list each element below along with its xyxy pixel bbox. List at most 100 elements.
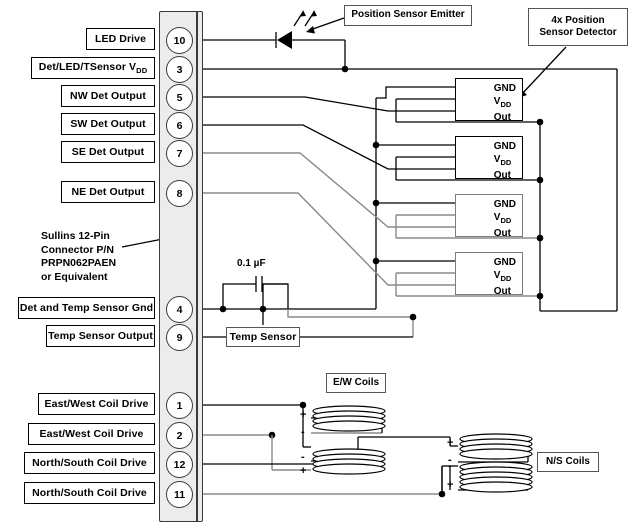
callout-text-line-1: 4x Position <box>551 14 605 26</box>
ew-coil-2-plus: + <box>300 465 307 477</box>
pin-number: 11 <box>173 488 186 501</box>
connector-pin-7[interactable]: 7 <box>166 140 193 167</box>
pin-number: 8 <box>176 187 183 200</box>
label-text: North/South Coil Drive <box>32 487 147 499</box>
label-text: Det/LED/TSensor VDD <box>39 61 147 75</box>
detector-vdd-sub: DD <box>500 100 512 109</box>
pin-number: 2 <box>176 429 183 442</box>
detector-pin-labels: GND VDD Out <box>494 256 516 298</box>
label-sw-det-output: SW Det Output <box>61 113 155 135</box>
label-text: Temp Sensor Output <box>48 330 153 342</box>
connector-pin-6[interactable]: 6 <box>166 112 193 139</box>
diagram-canvas: 10 3 5 6 7 8 4 9 1 2 12 11 LED Drive Det… <box>0 0 637 532</box>
pin-number: 7 <box>176 147 183 160</box>
ns-coil-2 <box>458 459 538 498</box>
label-ne-det-output: NE Det Output <box>61 181 155 203</box>
label-text-main: Det/LED/TSensor V <box>38 60 137 73</box>
connector-pin-8[interactable]: 8 <box>166 180 193 207</box>
pin-number: 3 <box>176 63 183 76</box>
detector-pin-labels: GND VDD Out <box>494 198 516 240</box>
detector-gnd-label: GND <box>493 83 516 94</box>
callout-text-line-2: Sensor Detector <box>539 27 617 38</box>
connector-note-line-4: or Equivalent <box>41 270 108 283</box>
ew-coil-2 <box>311 447 391 482</box>
detector-vdd-sub: DD <box>500 158 512 167</box>
temp-sensor-block: Temp Sensor <box>226 327 300 347</box>
detector-out-label: Out <box>493 228 511 239</box>
connector-pin-3[interactable]: 3 <box>166 56 193 83</box>
callout-text: Position Sensor Emitter <box>351 9 465 21</box>
connector-pin-11[interactable]: 11 <box>166 481 193 508</box>
connector-pin-2[interactable]: 2 <box>166 422 193 449</box>
label-east-west-coil-drive-2: East/West Coil Drive <box>28 423 155 445</box>
connector-pin-1[interactable]: 1 <box>166 392 193 419</box>
label-det-temp-sensor-gnd: Det and Temp Sensor Gnd <box>18 297 155 319</box>
connector-note-line-2: Connector P/N <box>41 243 114 256</box>
position-sensor-detector-2: GND VDD Out <box>455 136 523 182</box>
label-nw-det-output: NW Det Output <box>61 85 155 107</box>
detector-out-label: Out <box>493 112 511 123</box>
detector-out-label: Out <box>493 170 511 181</box>
callout-text: E/W Coils <box>332 376 380 388</box>
callout-ew-coils: E/W Coils <box>326 373 386 393</box>
position-sensor-detector-3: GND VDD Out <box>455 194 523 240</box>
label-text: East/West Coil Drive <box>39 428 144 440</box>
detector-vdd-label: VDD <box>494 211 516 227</box>
connector-pin-9[interactable]: 9 <box>166 324 193 351</box>
ew-coil-1 <box>311 404 391 439</box>
position-sensor-detector-4: GND VDD Out <box>455 252 523 298</box>
pin-number: 10 <box>173 34 186 47</box>
pin-number: 9 <box>176 331 183 344</box>
label-text: Det and Temp Sensor Gnd <box>19 302 154 314</box>
position-sensor-detector-1: GND VDD Out <box>455 78 523 124</box>
callout-4x-position-sensor-detector: 4x Position Sensor Detector <box>528 8 628 46</box>
detector-gnd-label: GND <box>493 257 516 268</box>
label-text: North/South Coil Drive <box>32 457 147 469</box>
capacitor-value-label: 0.1 µF <box>237 258 266 269</box>
pin-number: 12 <box>173 458 186 471</box>
ns-coil-1-plus: + <box>447 437 454 449</box>
detector-vdd-sub: DD <box>500 274 512 283</box>
pin-number: 4 <box>176 303 183 316</box>
detector-pin-labels: GND VDD Out <box>494 140 516 182</box>
label-temp-sensor-output: Temp Sensor Output <box>46 325 155 347</box>
callout-position-sensor-emitter: Position Sensor Emitter <box>344 5 472 26</box>
label-text: SE Det Output <box>71 146 145 158</box>
detector-vdd-label: VDD <box>494 95 516 111</box>
connector-pin-4[interactable]: 4 <box>166 296 193 323</box>
detector-vdd-sub: DD <box>500 216 512 225</box>
detector-out-label: Out <box>493 286 511 297</box>
connector-pin-12[interactable]: 12 <box>166 451 193 478</box>
detector-gnd-label: GND <box>493 141 516 152</box>
connector-note: Sullins 12-Pin Connector P/N PRPN062PAEN… <box>41 230 116 284</box>
ns-coil-2-minus: - <box>448 460 452 472</box>
connector-inner-divider <box>196 11 198 522</box>
pin-number: 1 <box>176 399 183 412</box>
label-text: LED Drive <box>94 33 147 45</box>
label-det-led-tsensor-vdd: Det/LED/TSensor VDD <box>31 57 155 79</box>
detector-vdd-label: VDD <box>494 269 516 285</box>
callout-ns-coils: N/S Coils <box>537 452 599 472</box>
detector-vdd-label: VDD <box>494 153 516 169</box>
connector-note-line-1: Sullins 12-Pin <box>41 230 110 242</box>
detector-pin-labels: GND VDD Out <box>494 82 516 124</box>
label-text: SW Det Output <box>70 118 146 130</box>
connector-pin-5[interactable]: 5 <box>166 84 193 111</box>
connector-pin-10[interactable]: 10 <box>166 27 193 54</box>
label-se-det-output: SE Det Output <box>61 141 155 163</box>
pin-number: 6 <box>176 119 183 132</box>
connector-note-line-3: PRPN062PAEN <box>41 257 117 269</box>
ew-coil-2-minus: - <box>301 451 305 463</box>
callout-text: N/S Coils <box>546 455 590 467</box>
pin-number: 5 <box>176 91 183 104</box>
label-text: East/West Coil Drive <box>44 398 149 410</box>
ew-coil-1-plus: + <box>300 409 307 421</box>
detector-gnd-label: GND <box>493 199 516 210</box>
label-east-west-coil-drive-1: East/West Coil Drive <box>38 393 155 415</box>
label-north-south-coil-drive-1: North/South Coil Drive <box>24 452 155 474</box>
temp-sensor-label: Temp Sensor <box>229 331 297 343</box>
label-subscript: DD <box>136 66 148 76</box>
label-led-drive: LED Drive <box>86 28 155 50</box>
label-text: NW Det Output <box>70 90 146 102</box>
label-north-south-coil-drive-2: North/South Coil Drive <box>24 482 155 504</box>
